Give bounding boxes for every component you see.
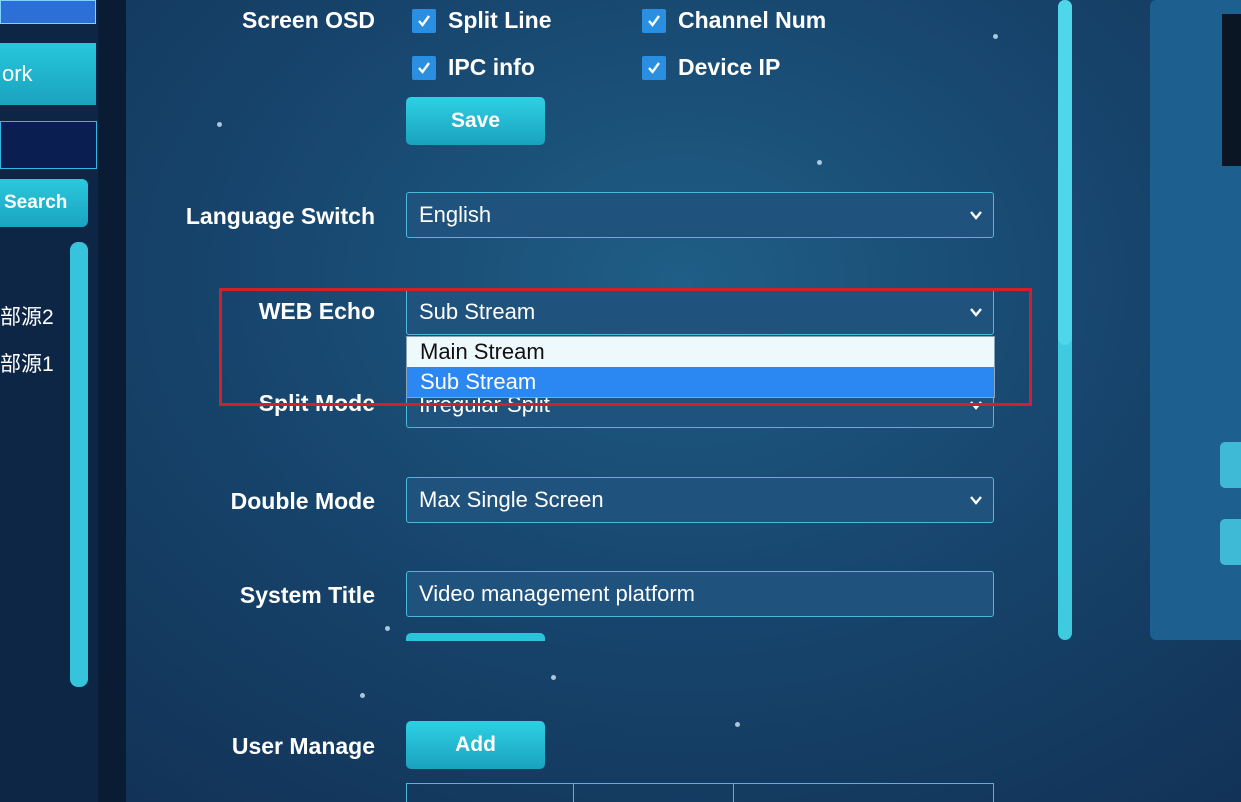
star-dot: [735, 722, 740, 727]
sidebar-item-source2[interactable]: 部源2: [0, 301, 54, 331]
right-panel-button-2[interactable]: [1220, 519, 1241, 565]
save-button[interactable]: Save: [406, 97, 545, 145]
add-user-button[interactable]: Add: [406, 721, 545, 769]
sidebar-item-source1[interactable]: 部源1: [0, 348, 54, 378]
checkbox-label: Device IP: [678, 54, 781, 80]
checkbox-split-line[interactable]: Split Line: [412, 7, 552, 34]
double-mode-label: Double Mode: [230, 488, 375, 514]
chevron-down-icon: [970, 496, 982, 505]
checkbox-label: Split Line: [448, 7, 552, 33]
add-user-button-label: Add: [455, 733, 496, 756]
main-scrollbar-thumb[interactable]: [1058, 0, 1072, 345]
chevron-down-icon: [970, 211, 982, 220]
language-select[interactable]: English: [406, 192, 994, 238]
save-button-label: Save: [450, 109, 501, 132]
star-dot: [551, 675, 556, 680]
sidebar-network-label: ork: [2, 61, 33, 86]
system-title-label: System Title: [239, 582, 375, 608]
checkbox-check-icon[interactable]: [412, 8, 436, 33]
checkbox-ipc-info[interactable]: IPC info: [412, 54, 535, 81]
checkbox-label: IPC info: [448, 54, 535, 80]
sidebar-search-input[interactable]: [0, 121, 97, 169]
highlight-box: [219, 288, 1032, 406]
double-mode-select-value: Max Single Screen: [419, 487, 604, 512]
star-dot: [385, 626, 390, 631]
star-dot: [217, 122, 222, 127]
checkbox-channel-num[interactable]: Channel Num: [642, 7, 826, 34]
language-switch-label: Language Switch: [185, 203, 375, 229]
sidebar-scrollbar[interactable]: [70, 242, 88, 687]
checkbox-device-ip[interactable]: Device IP: [642, 54, 780, 81]
checkbox-check-icon[interactable]: [642, 55, 666, 80]
star-dot: [360, 693, 365, 698]
table-header-cell: [573, 783, 734, 802]
sidebar-divider: [98, 0, 126, 802]
system-title-input[interactable]: Video management platform: [406, 571, 994, 617]
double-mode-select[interactable]: Max Single Screen: [406, 477, 994, 523]
star-dot: [817, 160, 822, 165]
right-preview: [1222, 14, 1241, 166]
table-header-cell: [406, 783, 574, 802]
screen-osd-label: Screen OSD: [242, 7, 375, 33]
sidebar-network-button[interactable]: ork: [0, 43, 96, 105]
sidebar-top-tab[interactable]: [0, 0, 96, 24]
language-select-value: English: [419, 202, 492, 227]
system-title-input-value: Video management platform: [419, 581, 695, 606]
sidebar-search-button[interactable]: Search: [0, 179, 88, 227]
checkbox-check-icon[interactable]: [412, 55, 436, 80]
sidebar-search-label: Search: [4, 192, 68, 213]
user-manage-label: User Manage: [231, 733, 375, 759]
star-dot: [993, 34, 998, 39]
checkbox-label: Channel Num: [678, 7, 827, 33]
system-title-save-button[interactable]: [406, 633, 545, 641]
table-header-cell: [733, 783, 994, 802]
checkbox-check-icon[interactable]: [642, 8, 666, 33]
right-panel-button-1[interactable]: [1220, 442, 1241, 488]
